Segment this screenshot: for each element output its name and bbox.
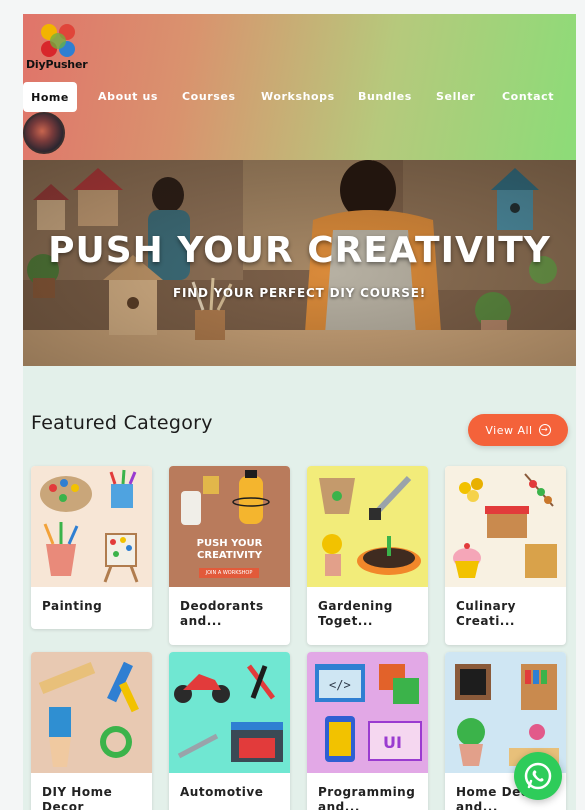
nav-seller[interactable]: Seller (436, 90, 475, 103)
user-avatar[interactable] (23, 112, 65, 154)
category-image (445, 466, 566, 587)
view-all-button[interactable]: View All → (468, 414, 568, 446)
category-label: Culinary Creati... (456, 599, 516, 628)
svg-text:</>: </> (329, 678, 351, 692)
hero-subtitle: FIND YOUR PERFECT DIY COURSE! (172, 286, 427, 300)
category-card-gardening[interactable]: Gardening Toget... (307, 466, 428, 645)
page: DiyPusher Home About us Courses Workshop… (23, 14, 576, 810)
site-header: DiyPusher Home About us Courses Workshop… (23, 14, 576, 160)
image-text-line1: PUSH YOUR (196, 538, 263, 549)
category-card-culinary[interactable]: Culinary Creati... (445, 466, 566, 645)
category-label: Painting (42, 599, 103, 613)
whatsapp-chat-button[interactable] (514, 752, 562, 800)
hero-title: PUSH YOUR CREATIVITY (48, 230, 551, 271)
category-image: </> UI (307, 652, 428, 773)
nav-home[interactable]: Home (23, 82, 77, 112)
category-card-automotive[interactable]: Automotive (169, 652, 290, 810)
image-text-line2: CREATIVITY (197, 550, 262, 561)
category-image (31, 466, 152, 587)
nav-contact[interactable]: Contact (502, 90, 554, 103)
svg-text:UI: UI (383, 733, 402, 752)
category-image (31, 652, 152, 773)
logo-mark-icon (41, 24, 77, 58)
nav-bundles[interactable]: Bundles (358, 90, 412, 103)
nav-about-us[interactable]: About us (98, 90, 158, 103)
nav-courses[interactable]: Courses (182, 90, 236, 103)
view-all-label: View All (485, 423, 533, 437)
category-image (307, 466, 428, 587)
category-card-deodorants[interactable]: PUSH YOUR CREATIVITY JOIN A WORKSHOP Deo… (169, 466, 290, 645)
whatsapp-icon (524, 762, 552, 790)
category-image: PUSH YOUR CREATIVITY JOIN A WORKSHOP (169, 466, 290, 587)
category-label: Gardening Toget... (318, 599, 393, 628)
category-image (169, 652, 290, 773)
category-card-painting[interactable]: Painting (31, 466, 152, 629)
category-label: DIY Home Decor (42, 785, 113, 810)
brand-logo[interactable]: DiyPusher (26, 22, 96, 72)
category-card-diy-home-decor[interactable]: DIY Home Decor (31, 652, 152, 810)
category-label: Automotive (180, 785, 264, 799)
category-label: Deodorants and... (180, 599, 264, 628)
image-text-cta: JOIN A WORKSHOP (199, 568, 259, 578)
brand-name: DiyPusher (26, 58, 88, 71)
hero-banner: PUSH YOUR CREATIVITY FIND YOUR PERFECT D… (23, 160, 576, 366)
browser-viewport: DiyPusher Home About us Courses Workshop… (0, 0, 585, 810)
nav-workshops[interactable]: Workshops (261, 90, 335, 103)
arrow-right-circle-icon: → (538, 424, 551, 436)
category-label: Programming and... (318, 785, 416, 810)
featured-category-heading: Featured Category (31, 412, 213, 434)
category-card-programming[interactable]: </> UI Programming and... (307, 652, 428, 810)
